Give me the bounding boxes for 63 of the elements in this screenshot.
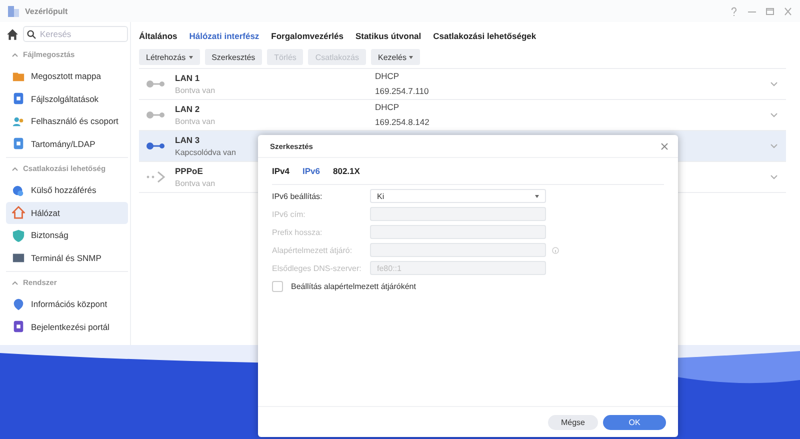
house-icon bbox=[12, 206, 25, 220]
chevron-down-icon[interactable] bbox=[770, 174, 778, 180]
tab[interactable]: Hálózati interfész bbox=[189, 30, 260, 40]
checkbox-label: Beállítás alapértelmezett átjáróként bbox=[291, 282, 416, 291]
sidebar-item[interactable]: Külső hozzáférés bbox=[6, 179, 128, 202]
interface-row[interactable]: LAN 1 Bontva van DHCP 169.254.7.110 bbox=[139, 69, 786, 100]
ok-button[interactable]: OK bbox=[603, 414, 666, 430]
chevron-down-icon[interactable] bbox=[770, 143, 778, 149]
chevron-icon[interactable] bbox=[12, 280, 18, 284]
sidebar-item[interactable]: Információs központ bbox=[6, 293, 128, 316]
sidebar-item[interactable]: Megosztott mappa bbox=[6, 65, 128, 88]
ip-mode: DHCP bbox=[375, 70, 400, 83]
toolbar-button[interactable]: Létrehozás bbox=[139, 49, 200, 65]
field-label: Alapértelmezett átjáró: bbox=[272, 246, 354, 255]
sidebar-item[interactable]: Terminál és SNMP bbox=[6, 246, 128, 269]
search-icon bbox=[27, 30, 36, 38]
close-icon[interactable] bbox=[784, 6, 792, 16]
checkbox[interactable] bbox=[272, 281, 283, 292]
tab[interactable]: IPv6 bbox=[302, 166, 320, 176]
chevron-icon[interactable] bbox=[12, 166, 18, 170]
app-logo-icon bbox=[8, 6, 19, 16]
field-label: Prefix hossza: bbox=[272, 228, 324, 237]
sidebar-item[interactable]: Fájlszolgáltatások bbox=[6, 88, 128, 110]
toolbar-button[interactable]: Szerkesztés bbox=[204, 49, 262, 65]
ip-address: 169.254.7.110 bbox=[375, 85, 430, 98]
search-field[interactable]: Keresés bbox=[23, 26, 128, 42]
sidebar-item[interactable]: Hálózat bbox=[6, 202, 128, 224]
users-icon bbox=[12, 114, 25, 128]
tab[interactable]: Forgalomvezérlés bbox=[271, 30, 344, 40]
cancel-button[interactable]: Mégse bbox=[548, 414, 598, 430]
interface-name: PPPoE bbox=[175, 166, 203, 176]
chevron-down-icon[interactable] bbox=[770, 81, 778, 87]
ip-mode: DHCP bbox=[375, 101, 400, 114]
tab[interactable]: 802.1X bbox=[333, 166, 360, 176]
ip-address: 169.254.8.142 bbox=[375, 116, 430, 129]
interface-status: Bontva van bbox=[175, 117, 216, 126]
interface-name: LAN 2 bbox=[175, 104, 200, 114]
sidebar-item[interactable]: Felhasználó és csoport bbox=[6, 110, 128, 132]
shield-icon bbox=[12, 228, 25, 242]
maximize-icon[interactable] bbox=[766, 6, 774, 16]
chevron-icon[interactable] bbox=[12, 52, 18, 56]
sidebar-item[interactable]: Bejelentkezési portál bbox=[6, 316, 128, 338]
close-icon[interactable] bbox=[661, 142, 668, 150]
toolbar-button[interactable]: Kezelés bbox=[370, 49, 420, 65]
sidebar-item[interactable]: Tartomány/LDAP bbox=[6, 132, 128, 155]
interface-name: LAN 3 bbox=[175, 135, 200, 145]
tab[interactable]: IPv4 bbox=[272, 166, 290, 176]
help-icon[interactable] bbox=[730, 6, 738, 16]
interface-status: Bontva van bbox=[175, 86, 216, 95]
field-label: Elsődleges DNS-szerver: bbox=[272, 264, 362, 273]
sidebar-item[interactable]: Biztonság bbox=[6, 224, 128, 246]
interface-status: Bontva van bbox=[175, 179, 216, 188]
home-icon[interactable] bbox=[6, 28, 19, 40]
field-label: IPv6 beállítás: bbox=[272, 192, 324, 201]
tab[interactable]: Statikus útvonal bbox=[355, 30, 422, 40]
select-field[interactable]: Ki bbox=[370, 189, 546, 204]
interface-status: Kapcsolódva van bbox=[175, 148, 236, 157]
chevron-down-icon[interactable] bbox=[770, 112, 778, 118]
tab[interactable]: Általános bbox=[139, 30, 178, 40]
window-title: Vezérlőpult bbox=[25, 6, 69, 16]
tab[interactable]: Csatlakozási lehetőségek bbox=[433, 30, 536, 40]
interface-name: LAN 1 bbox=[175, 73, 200, 83]
field-label: IPv6 cím: bbox=[272, 210, 306, 219]
